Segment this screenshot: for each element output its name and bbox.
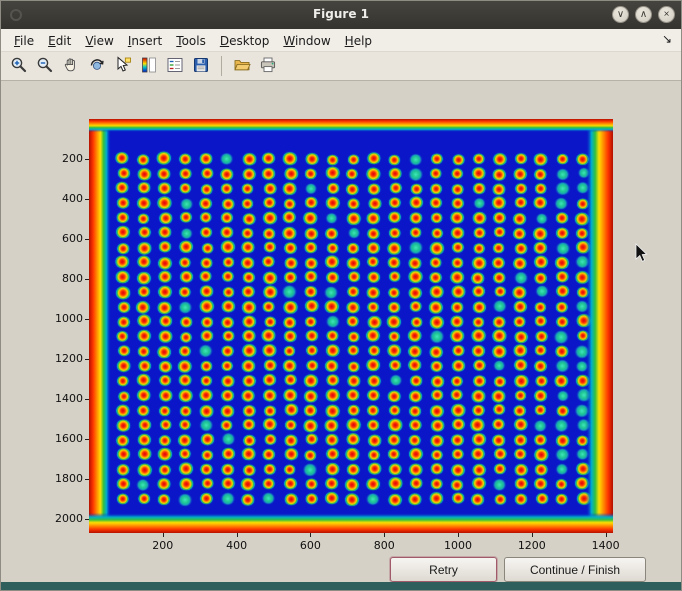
y-tick-label: 2000 (43, 512, 83, 525)
heatmap-image[interactable] (89, 119, 613, 533)
rotate-3d-icon (88, 56, 106, 77)
menu-item-window[interactable]: Window (276, 32, 337, 50)
save-icon (192, 56, 210, 77)
x-tick-label: 600 (290, 539, 330, 552)
zoom-out-button[interactable] (33, 54, 57, 78)
y-tick-mark (85, 439, 89, 440)
y-tick-label: 600 (43, 232, 83, 245)
y-tick-label: 200 (43, 152, 83, 165)
y-tick-label: 1800 (43, 472, 83, 485)
window-controls: ∨ ∧ × (612, 6, 675, 23)
menu-item-help[interactable]: Help (338, 32, 379, 50)
shade-button[interactable]: ∨ (612, 6, 629, 23)
y-tick-label: 1200 (43, 352, 83, 365)
retry-button[interactable]: Retry (390, 557, 497, 582)
maximize-button[interactable]: ∧ (635, 6, 652, 23)
y-tick-mark (85, 319, 89, 320)
x-tick-label: 1200 (512, 539, 552, 552)
menu-item-insert[interactable]: Insert (121, 32, 169, 50)
y-tick-mark (85, 279, 89, 280)
title-bar[interactable]: Figure 1 ∨ ∧ × (1, 1, 681, 29)
y-tick-label: 800 (43, 272, 83, 285)
pan-hand-icon (62, 56, 80, 77)
y-tick-mark (85, 359, 89, 360)
x-tick-mark (384, 533, 385, 537)
desktop-strip (1, 582, 681, 590)
print-icon (259, 56, 277, 77)
x-tick-mark (310, 533, 311, 537)
colorbar-button[interactable] (137, 54, 161, 78)
mouse-cursor (635, 243, 649, 264)
menu-item-tools[interactable]: Tools (169, 32, 213, 50)
menu-item-desktop[interactable]: Desktop (213, 32, 277, 50)
open-folder-button[interactable] (230, 54, 254, 78)
menu-item-file[interactable]: File (7, 32, 41, 50)
x-tick-label: 1000 (438, 539, 478, 552)
x-tick-label: 1400 (586, 539, 626, 552)
zoom-in-icon (10, 56, 28, 77)
print-button[interactable] (256, 54, 280, 78)
zoom-out-icon (36, 56, 54, 77)
toolbar-separator (221, 56, 222, 76)
x-tick-mark (532, 533, 533, 537)
legend-button[interactable] (163, 54, 187, 78)
toolbar (1, 52, 681, 81)
x-tick-mark (458, 533, 459, 537)
legend-icon (166, 56, 184, 77)
x-tick-label: 400 (217, 539, 257, 552)
x-tick-label: 200 (143, 539, 183, 552)
y-tick-mark (85, 239, 89, 240)
x-tick-mark (163, 533, 164, 537)
y-tick-mark (85, 479, 89, 480)
close-button[interactable]: × (658, 6, 675, 23)
y-tick-label: 1000 (43, 312, 83, 325)
menu-item-view[interactable]: View (78, 32, 120, 50)
rotate-3d-button[interactable] (85, 54, 109, 78)
data-cursor-icon (114, 56, 132, 77)
x-tick-label: 800 (364, 539, 404, 552)
y-tick-mark (85, 399, 89, 400)
continue-finish-button[interactable]: Continue / Finish (504, 557, 646, 582)
y-tick-label: 1600 (43, 432, 83, 445)
save-button[interactable] (189, 54, 213, 78)
zoom-in-button[interactable] (7, 54, 31, 78)
menu-bar: FileEditViewInsertToolsDesktopWindowHelp… (1, 29, 681, 52)
dock-figure-icon[interactable]: ↘ (662, 32, 672, 46)
open-folder-icon (233, 56, 251, 77)
x-tick-mark (606, 533, 607, 537)
x-tick-mark (237, 533, 238, 537)
y-tick-label: 400 (43, 192, 83, 205)
menu-item-edit[interactable]: Edit (41, 32, 78, 50)
y-tick-mark (85, 159, 89, 160)
pan-hand-button[interactable] (59, 54, 83, 78)
y-tick-mark (85, 519, 89, 520)
window-title: Figure 1 (1, 7, 681, 21)
y-tick-label: 1400 (43, 392, 83, 405)
data-cursor-button[interactable] (111, 54, 135, 78)
colorbar-icon (140, 56, 158, 77)
figure-window: Figure 1 ∨ ∧ × FileEditViewInsertToolsDesk… (0, 0, 682, 591)
menu-items: FileEditViewInsertToolsDesktopWindowHelp (7, 30, 379, 50)
y-tick-mark (85, 199, 89, 200)
